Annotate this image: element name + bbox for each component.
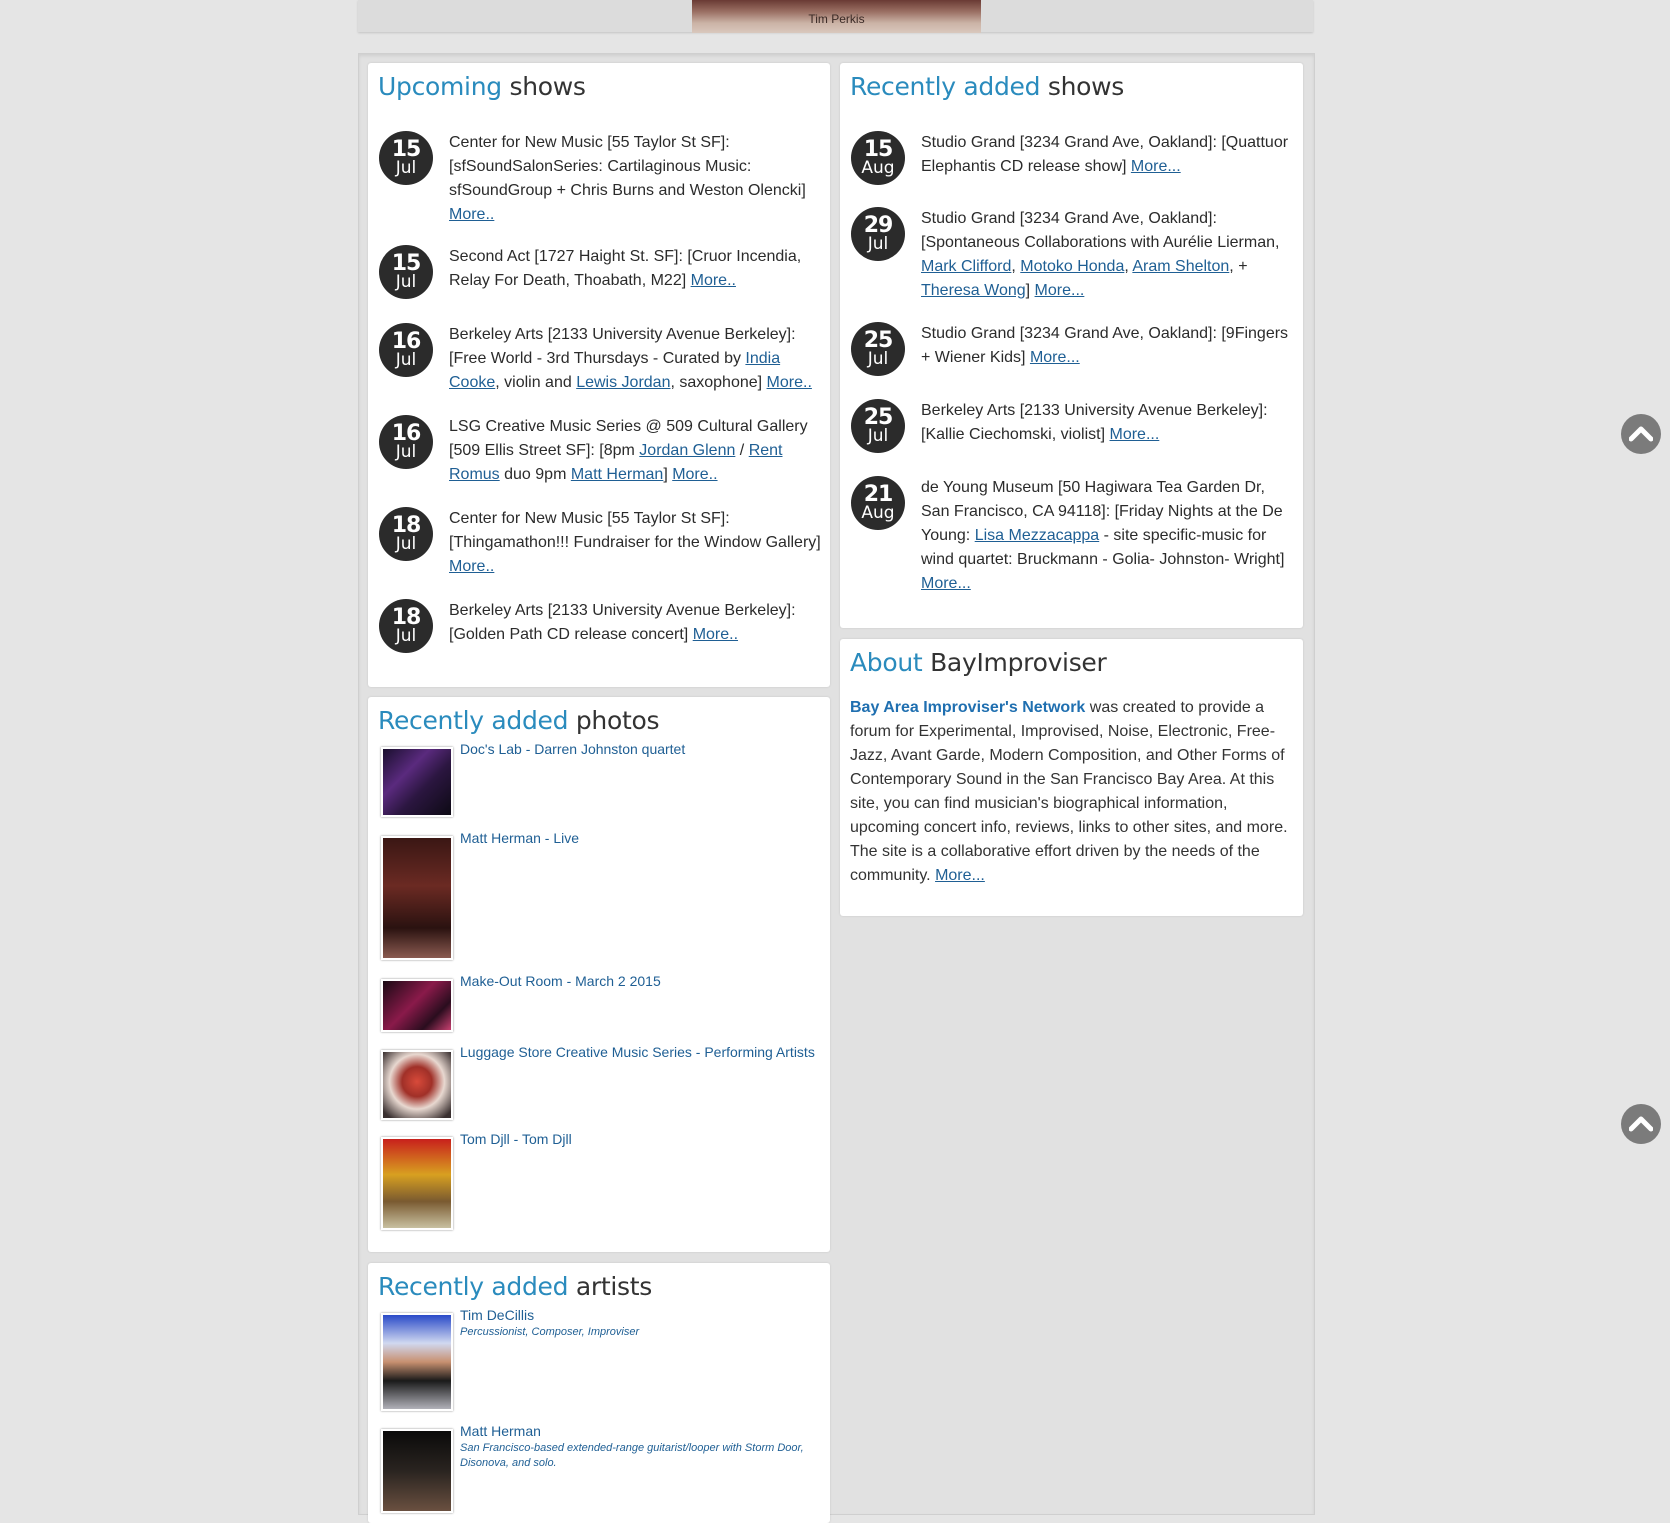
event-description: Center for New Music [55 Taylor St SF]: … xyxy=(449,510,821,575)
featured-artist-image[interactable]: Tim Perkis xyxy=(692,0,981,33)
date-badge: 16 Jul xyxy=(379,415,433,469)
artist-link[interactable]: Jordan Glenn xyxy=(639,442,735,459)
date-badge: 25 Jul xyxy=(851,399,905,453)
about-description: Bay Area Improviser's Network was create… xyxy=(850,699,1288,884)
artist-photo[interactable] xyxy=(381,1429,453,1513)
photo-title-link[interactable]: Tom Djll - Tom Djll xyxy=(460,1130,572,1148)
photo-title-link[interactable]: Matt Herman - Live xyxy=(460,829,579,847)
photo-thumbnail[interactable] xyxy=(381,1050,453,1120)
about-heading: About BayImproviser xyxy=(850,648,1107,677)
recent-photos-heading: Recently added photos xyxy=(378,706,660,735)
more-link[interactable]: More... xyxy=(1131,158,1181,175)
back-to-top-button[interactable] xyxy=(1621,1104,1661,1144)
artist-description: San Francisco-based extended-range guita… xyxy=(460,1442,804,1469)
date-badge: 29 Jul xyxy=(851,207,905,261)
event-description: Studio Grand [3234 Grand Ave, Oakland]: … xyxy=(921,134,1289,175)
artist-link[interactable]: Mark Clifford xyxy=(921,258,1011,275)
photo-title-link[interactable]: Make-Out Room - March 2 2015 xyxy=(460,972,661,990)
artist-name-link[interactable]: Tim DeCillis xyxy=(460,1306,534,1324)
more-link[interactable]: More... xyxy=(1035,282,1085,299)
more-link[interactable]: More... xyxy=(921,575,971,592)
recent-photos-panel: Recently added photos Doc's Lab - Darren… xyxy=(368,697,830,1252)
photo-thumbnail[interactable] xyxy=(381,1137,453,1230)
event-description: Berkeley Arts [2133 University Avenue Be… xyxy=(449,602,796,643)
photo-thumbnail[interactable] xyxy=(381,836,453,960)
artist-link[interactable]: Theresa Wong xyxy=(921,282,1026,299)
photo-thumbnail[interactable] xyxy=(381,979,453,1032)
photo-title-link[interactable]: Luggage Store Creative Music Series - Pe… xyxy=(460,1043,815,1061)
artist-link[interactable]: Lewis Jordan xyxy=(576,374,670,391)
upcoming-shows-panel: Upcoming shows 15 Jul Center for New Musi… xyxy=(368,63,830,687)
date-badge: 25 Jul xyxy=(851,322,905,376)
artist-link[interactable]: Matt Herman xyxy=(571,466,663,483)
date-badge: 15 Jul xyxy=(379,131,433,185)
photo-title-link[interactable]: Doc's Lab - Darren Johnston quartet xyxy=(460,740,685,758)
date-badge: 16 Jul xyxy=(379,323,433,377)
event-description: Berkeley Arts [2133 University Avenue Be… xyxy=(449,326,812,391)
event-description: LSG Creative Music Series @ 509 Cultural… xyxy=(449,418,808,483)
more-link[interactable]: More.. xyxy=(693,626,738,643)
more-link[interactable]: More... xyxy=(1110,426,1160,443)
event-description: Berkeley Arts [2133 University Avenue Be… xyxy=(921,402,1268,443)
date-badge: 15 Jul xyxy=(379,245,433,299)
artist-description: Percussionist, Composer, Improviser xyxy=(460,1326,640,1338)
event-description: Second Act [1727 Haight St. SF]: [Cruor … xyxy=(449,248,802,289)
date-badge: 15 Aug xyxy=(851,131,905,185)
featured-artist-caption: Tim Perkis xyxy=(808,12,865,26)
date-badge: 18 Jul xyxy=(379,507,433,561)
recent-artists-heading: Recently added artists xyxy=(378,1272,652,1301)
artist-name-link[interactable]: Matt Herman xyxy=(460,1422,541,1440)
event-description: Center for New Music [55 Taylor St SF]: … xyxy=(449,134,806,223)
event-description: Studio Grand [3234 Grand Ave, Oakland]: … xyxy=(921,325,1289,366)
artist-link[interactable]: Motoko Honda xyxy=(1020,258,1124,275)
more-link[interactable]: More.. xyxy=(449,558,494,575)
more-link[interactable]: More.. xyxy=(767,374,812,391)
more-link[interactable]: More... xyxy=(1030,349,1080,366)
artist-photo[interactable] xyxy=(381,1313,453,1411)
photo-thumbnail[interactable] xyxy=(381,747,453,817)
recent-shows-heading: Recently added shows xyxy=(850,72,1124,101)
chevron-up-icon xyxy=(1629,426,1653,442)
recent-shows-panel: Recently added shows 15 Aug Studio Grand … xyxy=(840,63,1303,628)
more-link[interactable]: More... xyxy=(935,867,985,884)
more-link[interactable]: More.. xyxy=(672,466,717,483)
event-description: Studio Grand [3234 Grand Ave, Oakland]: … xyxy=(921,210,1280,299)
date-badge: 21 Aug xyxy=(851,476,905,530)
back-to-top-button[interactable] xyxy=(1621,414,1661,454)
more-link[interactable]: More.. xyxy=(691,272,736,289)
chevron-up-icon xyxy=(1629,1116,1653,1132)
artist-link[interactable]: Aram Shelton xyxy=(1132,258,1229,275)
event-description: de Young Museum [50 Hagiwara Tea Garden … xyxy=(921,479,1285,592)
upcoming-shows-heading: Upcoming shows xyxy=(378,72,586,101)
network-link[interactable]: Bay Area Improviser's Network xyxy=(850,699,1085,716)
artist-link[interactable]: Lisa Mezzacappa xyxy=(975,527,1100,544)
about-panel: About BayImproviser Bay Area Improviser'… xyxy=(840,639,1303,916)
recent-artists-panel: Recently added artists Tim DeCillis Perc… xyxy=(368,1263,830,1523)
more-link[interactable]: More.. xyxy=(449,206,494,223)
date-badge: 18 Jul xyxy=(379,599,433,653)
